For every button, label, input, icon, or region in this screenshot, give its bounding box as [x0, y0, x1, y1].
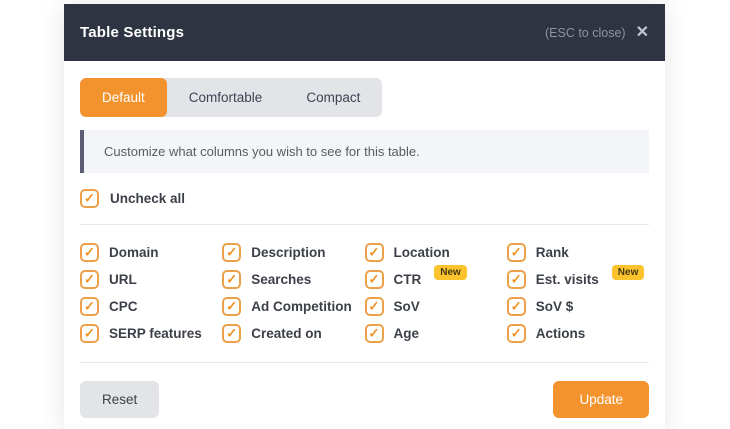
checkmark-icon: ✓: [226, 271, 238, 286]
uncheck-all-checkbox[interactable]: ✓: [80, 189, 99, 208]
modal-title: Table Settings: [80, 24, 185, 41]
column-checkbox-item[interactable]: ✓ SERP features: [80, 323, 222, 343]
checkmark-icon: ✓: [226, 325, 238, 340]
checkbox[interactable]: ✓: [364, 323, 384, 343]
checkmark-icon: ✓: [84, 190, 95, 206]
modal-header: Table Settings (ESC to close) ✕: [64, 4, 665, 61]
checkbox[interactable]: ✓: [80, 242, 99, 262]
checkbox[interactable]: ✓: [222, 296, 242, 316]
column-checkbox-item[interactable]: ✓ Location: [364, 242, 507, 262]
update-button[interactable]: Update: [553, 381, 649, 418]
column-checkbox-item[interactable]: ✓ Est. visits New: [506, 264, 649, 289]
checkmark-icon: ✓: [368, 271, 380, 286]
checkbox-label: CTR: [393, 271, 422, 287]
column-checkbox-item[interactable]: ✓ CPC: [80, 296, 222, 316]
column-checkbox-item[interactable]: ✓ Ad Competition: [222, 296, 364, 316]
divider: [80, 362, 649, 363]
checkmark-icon: ✓: [510, 298, 522, 313]
checkbox-label: Description: [251, 244, 326, 260]
checkmark-icon: ✓: [84, 271, 95, 286]
column-checkbox-item[interactable]: ✓ CTR New: [364, 264, 507, 289]
checkbox-label: URL: [109, 271, 137, 287]
tab-comfortable[interactable]: Comfortable: [167, 78, 285, 117]
checkbox-label: Age: [393, 325, 420, 341]
checkbox-label: SoV $: [535, 298, 574, 314]
info-box: Customize what columns you wish to see f…: [80, 130, 649, 173]
checkmark-icon: ✓: [226, 244, 238, 259]
checkbox[interactable]: ✓: [506, 242, 526, 262]
checkbox[interactable]: ✓: [506, 296, 526, 316]
new-badge: New: [434, 264, 467, 280]
checkbox-label: SoV: [393, 298, 420, 314]
reset-button[interactable]: Reset: [80, 381, 160, 418]
checkbox-label: Actions: [535, 325, 586, 341]
checkbox[interactable]: ✓: [80, 296, 99, 316]
checkbox-label: SERP features: [109, 325, 202, 341]
checkbox[interactable]: ✓: [80, 269, 99, 289]
checkbox[interactable]: ✓: [364, 269, 384, 289]
checkbox-label: Location: [393, 244, 450, 260]
checkbox-label: Ad Competition: [251, 298, 352, 314]
esc-hint: (ESC to close): [545, 25, 626, 40]
header-right: (ESC to close) ✕: [545, 24, 649, 41]
column-checkbox-item[interactable]: ✓ Domain: [80, 242, 222, 262]
checkbox[interactable]: ✓: [222, 269, 242, 289]
column-checkbox-item[interactable]: ✓ Actions: [506, 323, 649, 343]
new-badge: New: [611, 264, 645, 280]
checkbox-label: Created on: [251, 325, 322, 341]
uncheck-all-row[interactable]: ✓ Uncheck all: [80, 189, 649, 208]
column-checkbox-item[interactable]: ✓ Created on: [222, 323, 364, 343]
uncheck-all-label: Uncheck all: [110, 191, 186, 206]
checkbox[interactable]: ✓: [506, 269, 526, 289]
checkmark-icon: ✓: [84, 325, 95, 340]
checkmark-icon: ✓: [510, 271, 522, 286]
column-checkbox-item[interactable]: ✓ Searches: [222, 269, 364, 289]
column-checkbox-item[interactable]: ✓ Age: [364, 323, 507, 343]
checkbox[interactable]: ✓: [364, 296, 384, 316]
column-checkbox-item[interactable]: ✓ Description: [222, 242, 364, 262]
checkmark-icon: ✓: [84, 298, 95, 313]
checkmark-icon: ✓: [368, 244, 380, 259]
checkmark-icon: ✓: [84, 244, 95, 259]
checkbox[interactable]: ✓: [80, 323, 99, 343]
checkmark-icon: ✓: [368, 325, 380, 340]
checkbox[interactable]: ✓: [222, 242, 242, 262]
checkbox[interactable]: ✓: [506, 323, 526, 343]
checkmark-icon: ✓: [226, 298, 238, 313]
checkbox-label: Domain: [109, 244, 159, 260]
close-icon[interactable]: ✕: [636, 24, 649, 41]
modal-body: Default Comfortable Compact Customize what…: [64, 61, 665, 418]
table-settings-modal: Table Settings (ESC to close) ✕ Default C…: [64, 4, 665, 429]
checkbox[interactable]: ✓: [364, 242, 384, 262]
checkbox-label: Est. visits: [535, 271, 599, 287]
checkbox-label: Rank: [535, 244, 569, 260]
tab-compact[interactable]: Compact: [284, 78, 382, 117]
column-checkbox-item[interactable]: ✓ SoV $: [506, 296, 649, 316]
tab-default[interactable]: Default: [80, 78, 167, 117]
divider: [80, 224, 649, 225]
checkmark-icon: ✓: [510, 325, 522, 340]
modal-footer: Reset Update: [80, 381, 649, 418]
checkbox-label: CPC: [109, 298, 138, 314]
column-checkbox-item[interactable]: ✓ Rank: [506, 242, 649, 262]
columns-checkbox-grid: ✓ Domain ✓ Description ✓ Location ✓ Rank ✓ URL ✓ Se…: [80, 242, 649, 343]
column-checkbox-item[interactable]: ✓ SoV: [364, 296, 507, 316]
checkbox[interactable]: ✓: [222, 323, 242, 343]
column-checkbox-item[interactable]: ✓ URL: [80, 269, 222, 289]
density-tab-group: Default Comfortable Compact: [80, 78, 383, 117]
checkmark-icon: ✓: [368, 298, 380, 313]
checkbox-label: Searches: [251, 271, 312, 287]
checkmark-icon: ✓: [510, 244, 522, 259]
